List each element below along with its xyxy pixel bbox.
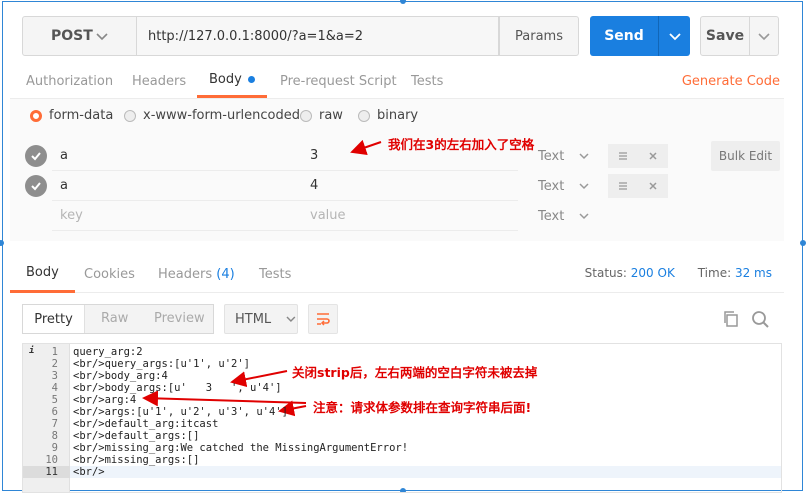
response-status: Status: 200 OK Time: 32 ms [584,266,772,280]
code-line: 9 <br/>missing_arg:We catched the Missing… [51,442,409,454]
tab-response-tests[interactable]: Tests [259,255,291,293]
time-value: 32 ms [734,266,772,280]
code-line: 8 <br/>default_args:[] [51,430,200,442]
code-line: 3 <br/>body_arg:4 [51,370,168,382]
format-select[interactable]: HTML [224,304,298,334]
tab-response-body[interactable]: Body [10,255,75,293]
view-raw-button[interactable]: Raw [101,311,128,326]
copy-icon[interactable] [722,310,740,328]
response-body-editor[interactable]: i 1 query_arg:2 2 <br/>query_args:[u'1', u… [22,343,782,493]
code-line: 4 <br/>body_args:[u' 3 ', u'4'] [51,382,282,394]
annotation-note1: 我们在3的左右加入了空格 [388,137,535,152]
wrap-icon [317,313,330,326]
chevron-down-icon [286,316,296,323]
code-line: 5 <br/>arg:4 [51,394,137,406]
search-icon[interactable] [751,310,770,329]
arrow-note1 [350,139,382,155]
code-line: 10 <br/>missing_args:[] [45,454,200,466]
code-line-current: 11 <br/> [23,466,781,478]
code-line: 7 <br/>default_arg:itcast [51,418,219,430]
code-line: 2 <br/>query_args:[u'1', u'2'] [51,358,251,370]
response-tabs: Body Cookies Headers (4) Tests Status: 2… [10,255,784,293]
code-line: 1 query_arg:2 [51,346,143,358]
view-preview-button[interactable]: Preview [154,311,205,326]
status-value: 200 OK [630,266,675,280]
tab-response-headers[interactable]: Headers (4) [158,255,235,293]
code-line: 6 <br/>args:[u'1', u'2', u'3', u'4'] [51,406,288,418]
wrap-lines-button[interactable] [308,304,338,334]
view-pretty-button[interactable]: Pretty [23,305,85,333]
tab-cookies[interactable]: Cookies [84,255,135,293]
view-mode-group: Pretty Raw Preview [22,304,214,334]
